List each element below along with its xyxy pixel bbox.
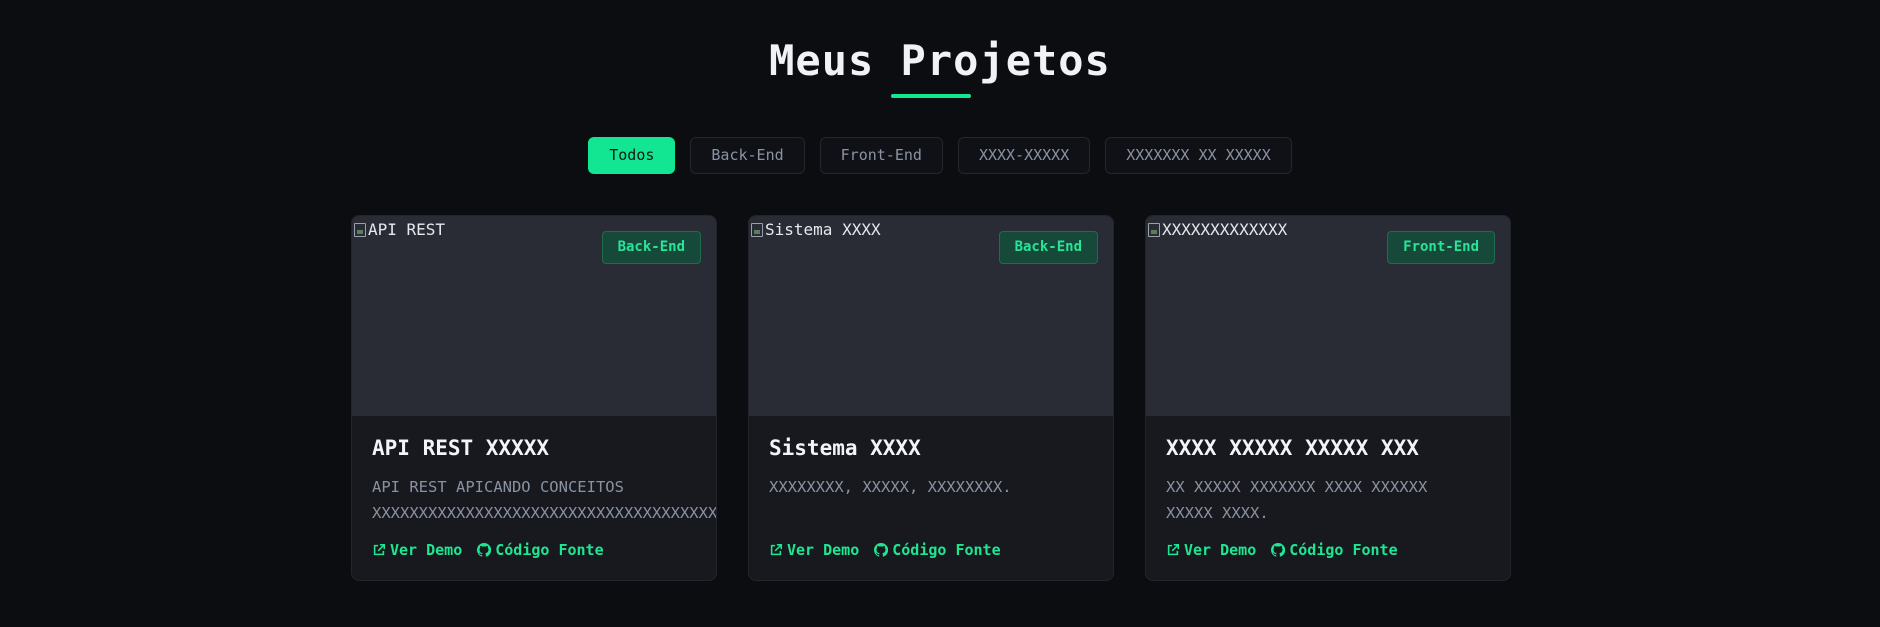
filter-bar: Todos Back-End Front-End XXXX-XXXXX XXXX… [0,137,1880,174]
view-demo-label: Ver Demo [1184,541,1257,559]
filter-back-end-button[interactable]: Back-End [690,137,805,174]
view-demo-link[interactable]: Ver Demo [769,541,859,559]
image-alt-text: XXXXXXXXXXXXX [1162,220,1288,239]
external-link-icon [1167,543,1180,556]
view-demo-link[interactable]: Ver Demo [372,541,462,559]
project-links: Ver Demo Código Fonte [1166,541,1398,559]
filter-todos-button[interactable]: Todos [588,137,676,174]
project-card: XXXXXXXXXXXXX Front-End XXXX XXXXX XXXXX… [1145,215,1511,581]
image-alt-text: API REST [368,220,446,239]
category-badge: Front-End [1387,231,1495,264]
external-link-icon [770,543,783,556]
source-code-link[interactable]: Código Fonte [1271,541,1398,559]
broken-image-icon [1148,222,1160,237]
title-underline [891,94,971,98]
project-image: API REST Back-End [352,216,716,416]
broken-image-icon [751,222,763,237]
project-image: XXXXXXXXXXXXX Front-End [1146,216,1510,416]
project-description: XX XXXXX XXXXXXX XXXX XXXXXX XXXXX XXXX. [1166,478,1428,522]
project-grid: API REST Back-End API REST XXXXX API RES… [351,215,1511,581]
github-icon [874,543,889,557]
project-links: Ver Demo Código Fonte [372,541,604,559]
filter-front-end-button[interactable]: Front-End [819,137,943,174]
project-image: Sistema XXXX Back-End [749,216,1113,416]
project-description: API REST APICANDO CONCEITOS XXXXXXXXXXXX… [372,478,717,522]
github-icon [477,543,492,557]
category-badge: Back-End [601,231,701,264]
project-card: API REST Back-End API REST XXXXX API RES… [351,215,717,581]
category-badge: Back-End [998,231,1098,264]
image-alt-text: Sistema XXXX [765,220,881,239]
project-title: XXXX XXXXX XXXXX XXX [1166,436,1419,460]
broken-image-icon [354,222,366,237]
github-icon [1271,543,1286,557]
project-title: API REST XXXXX [372,436,550,460]
project-description: XXXXXXXX, XXXXX, XXXXXXXX. [769,478,1012,496]
image-alt: API REST [354,220,445,239]
image-alt: Sistema XXXX [751,220,881,239]
projects-section: Meus Projetos Todos Back-End Front-End X… [0,0,1880,627]
source-code-label: Código Fonte [1289,541,1398,559]
filter-category-4-button[interactable]: XXXX-XXXXX [957,137,1091,174]
page-title: Meus Projetos [769,36,1111,85]
image-alt: XXXXXXXXXXXXX [1148,220,1287,239]
filter-category-5-button[interactable]: XXXXXXX XX XXXXX [1105,137,1292,174]
project-card: Sistema XXXX Back-End Sistema XXXX XXXXX… [748,215,1114,581]
view-demo-label: Ver Demo [390,541,463,559]
project-title: Sistema XXXX [769,436,921,460]
view-demo-link[interactable]: Ver Demo [1166,541,1256,559]
source-code-link[interactable]: Código Fonte [874,541,1001,559]
source-code-label: Código Fonte [892,541,1001,559]
external-link-icon [373,543,386,556]
project-links: Ver Demo Código Fonte [769,541,1001,559]
source-code-link[interactable]: Código Fonte [477,541,604,559]
view-demo-label: Ver Demo [787,541,860,559]
source-code-label: Código Fonte [495,541,604,559]
